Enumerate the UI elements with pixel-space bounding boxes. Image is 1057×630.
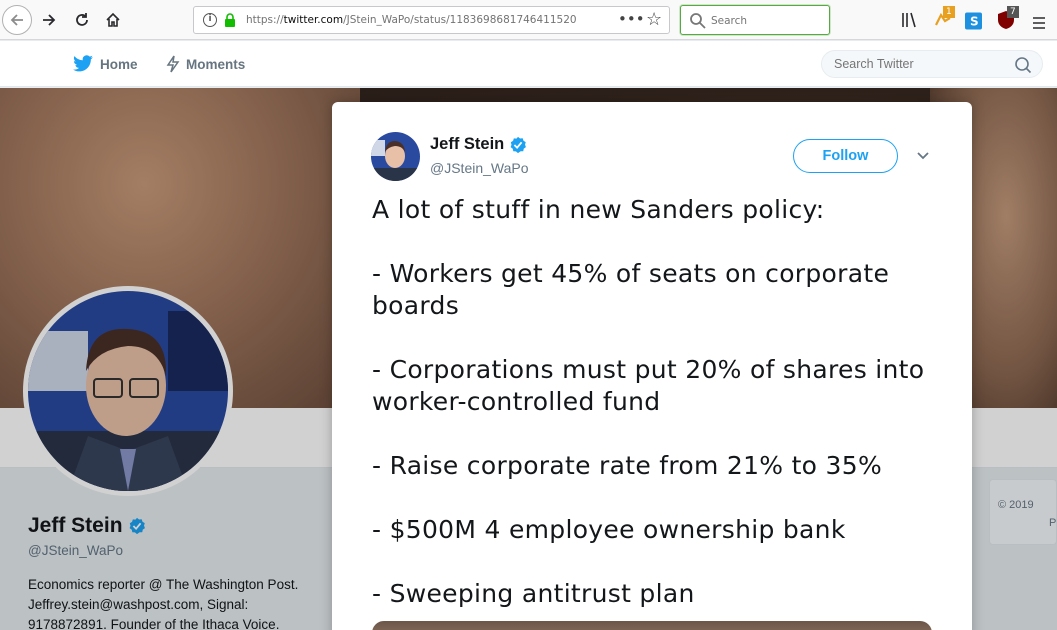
- ublock-button[interactable]: 7: [997, 6, 1021, 30]
- search-icon: [690, 13, 706, 29]
- nav-moments-label: Moments: [186, 56, 246, 72]
- tweet-text-line: - Corporations must put 20% of shares in…: [372, 355, 925, 416]
- extension-badge: 1: [943, 6, 955, 18]
- svg-text:S: S: [970, 15, 979, 29]
- bookmark-star-icon[interactable]: ☆: [646, 9, 662, 30]
- home-button[interactable]: [99, 6, 127, 34]
- tweet-text-line: - Sweeping antitrust plan: [372, 579, 695, 608]
- tweet-text-line: - Raise corporate rate from 21% to 35%: [372, 451, 882, 480]
- chevron-down-icon[interactable]: [916, 149, 930, 163]
- ublock-badge: 7: [1007, 6, 1019, 18]
- arrow-left-icon: [10, 14, 23, 26]
- tweet-author-avatar[interactable]: [371, 132, 420, 181]
- tweet-text-line: - $500M 4 employee ownership bank: [372, 515, 846, 544]
- follow-button[interactable]: Follow: [793, 139, 898, 173]
- home-icon: [106, 12, 120, 27]
- browser-search-box[interactable]: [680, 5, 830, 35]
- search-icon[interactable]: [1014, 56, 1032, 74]
- twitter-search-input[interactable]: [834, 57, 1004, 71]
- tweet-text-blank-line: [372, 546, 932, 578]
- lock-icon: [225, 13, 235, 27]
- verified-badge-icon: [510, 136, 527, 153]
- twitter-top-nav: Home Moments: [0, 41, 1057, 87]
- tweet-text: A lot of stuff in new Sanders policy: - W…: [372, 194, 932, 610]
- avatar-photo: [371, 132, 420, 181]
- browser-search-input[interactable]: [711, 13, 821, 29]
- tweet-text-blank-line: [372, 418, 932, 450]
- url-host: twitter.com: [283, 14, 344, 26]
- tweet-modal: Jeff Stein @JStein_WaPo Follow A lot of …: [332, 102, 972, 630]
- tweet-text-blank-line: [372, 482, 932, 514]
- menu-hamburger-icon[interactable]: [1032, 13, 1046, 33]
- tweet-author-handle[interactable]: @JStein_WaPo: [430, 160, 529, 176]
- reload-button[interactable]: [68, 6, 96, 34]
- library-icon[interactable]: [901, 10, 919, 30]
- extension-honey-button[interactable]: 1: [933, 6, 955, 30]
- tweet-text-line: A lot of stuff in new Sanders policy:: [372, 195, 825, 224]
- s-extension-icon[interactable]: S: [965, 11, 982, 31]
- lightning-icon: [166, 55, 180, 73]
- nav-home[interactable]: Home: [72, 55, 138, 73]
- arrow-right-icon: [43, 14, 56, 26]
- url-text: https://twitter.com/JStein_WaPo/status/1…: [246, 14, 577, 26]
- twitter-bird-icon: [73, 55, 93, 72]
- tweet-text-blank-line: [372, 226, 932, 258]
- back-button[interactable]: [2, 5, 32, 35]
- tweet-media-image[interactable]: [372, 621, 932, 630]
- url-path: /JStein_WaPo/status/1183698681746411520: [343, 14, 577, 26]
- tweet-author-name[interactable]: Jeff Stein: [430, 135, 527, 154]
- tweet-text-line: - Workers get 45% of seats on corporate …: [372, 259, 890, 320]
- forward-button[interactable]: [35, 6, 63, 34]
- tweet-author-name-text: Jeff Stein: [430, 135, 505, 153]
- page-actions-icon[interactable]: •••: [618, 10, 645, 28]
- address-bar[interactable]: i https://twitter.com/JStein_WaPo/status…: [193, 6, 670, 34]
- info-icon[interactable]: i: [203, 13, 217, 27]
- nav-home-label: Home: [100, 56, 138, 72]
- twitter-search-box[interactable]: [821, 50, 1043, 78]
- nav-moments[interactable]: Moments: [166, 55, 245, 73]
- tweet-text-blank-line: [372, 322, 932, 354]
- url-prefix: https://: [246, 14, 284, 26]
- reload-icon: [76, 13, 88, 26]
- browser-toolbar: i https://twitter.com/JStein_WaPo/status…: [0, 0, 1057, 40]
